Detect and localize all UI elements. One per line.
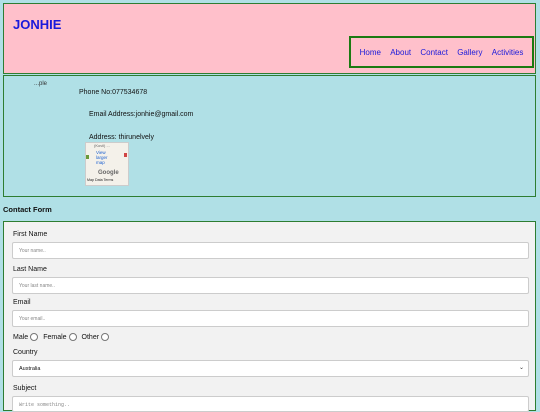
main-nav: Home About Contact Gallery Activities: [349, 36, 534, 68]
country-selected-value: Australia: [19, 366, 41, 372]
phone-number: Phone No:077534678: [79, 89, 148, 96]
contact-info-section: ...ple Phone No:077534678 Email Address:…: [3, 75, 536, 197]
nav-gallery-link[interactable]: Gallery: [457, 48, 482, 57]
email-label: Email: [13, 299, 31, 306]
last-name-input[interactable]: Your last name..: [12, 277, 529, 294]
site-header: JONHIE Home About Contact Gallery Activi…: [3, 3, 536, 74]
broken-image-icon: ...ple: [34, 81, 48, 87]
gender-male-label: Male: [13, 333, 29, 341]
embedded-map[interactable]: (Kovil) ... View larger map Google Map D…: [85, 142, 129, 186]
gender-radio-group: Male Female Other: [13, 333, 112, 341]
email-address: Email Address:jonhie@gmail.com: [89, 111, 194, 118]
chevron-down-icon: ⌄: [518, 365, 524, 371]
site-brand[interactable]: JONHIE: [13, 17, 61, 32]
map-label: (Kovil) ...: [94, 143, 110, 148]
nav-activities-link[interactable]: Activities: [492, 48, 524, 57]
map-marker-icon: [86, 155, 89, 159]
nav-about-link[interactable]: About: [390, 48, 411, 57]
first-name-input[interactable]: Your name..: [12, 242, 529, 259]
google-logo: Google: [98, 170, 119, 176]
contact-form-title: Contact Form: [3, 205, 52, 214]
nav-home-link[interactable]: Home: [360, 48, 381, 57]
map-data-terms[interactable]: Map Data Terms: [87, 178, 113, 182]
gender-other-radio[interactable]: [101, 333, 110, 341]
postal-address: Address: thirunelvely: [89, 134, 154, 141]
gender-male-radio[interactable]: [30, 333, 39, 341]
contact-form: First Name Your name.. Last Name Your la…: [3, 221, 536, 412]
subject-label: Subject: [13, 385, 37, 392]
map-marker-icon: [124, 153, 127, 157]
first-name-label: First Name: [13, 231, 48, 238]
subject-textarea[interactable]: Write something..: [12, 396, 529, 412]
country-select[interactable]: Australia ⌄: [12, 360, 529, 377]
last-name-label: Last Name: [13, 266, 47, 273]
nav-contact-link[interactable]: Contact: [420, 48, 448, 57]
gender-female-label: Female: [43, 333, 67, 341]
gender-female-radio[interactable]: [68, 333, 77, 341]
email-input[interactable]: Your email..: [12, 310, 529, 327]
view-larger-map-link[interactable]: View larger map: [96, 150, 116, 165]
gender-other-label: Other: [81, 333, 100, 341]
country-label: Country: [13, 349, 38, 356]
